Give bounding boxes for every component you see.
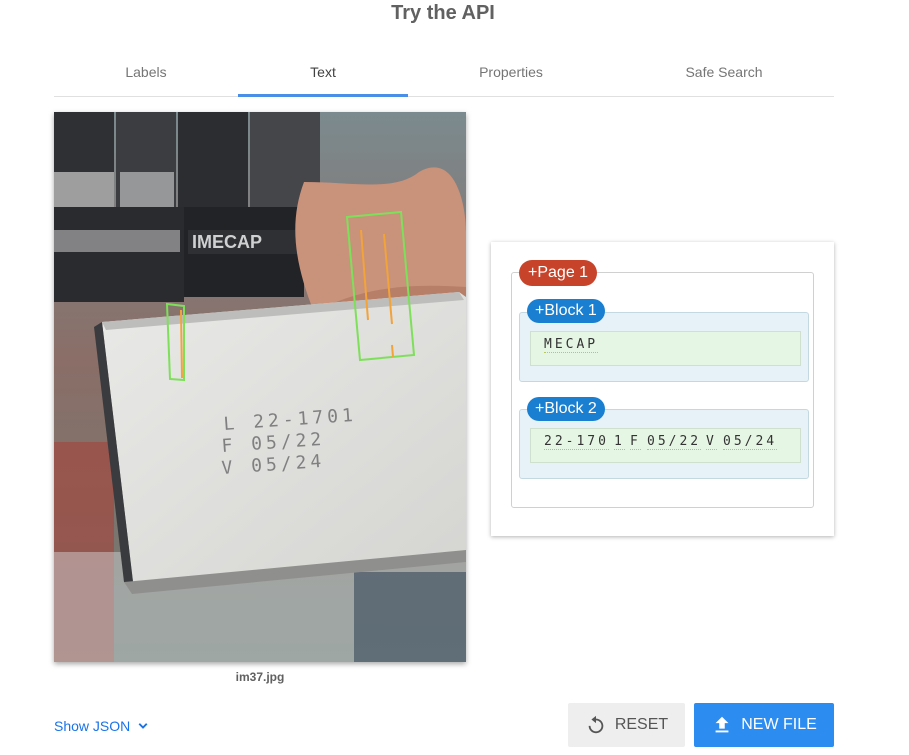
new-file-button[interactable]: NEW FILE xyxy=(694,703,834,747)
tab-bar: Labels Text Properties Safe Search xyxy=(54,52,834,97)
chevron-down-icon xyxy=(138,723,148,729)
tab-properties[interactable]: Properties xyxy=(408,52,614,94)
show-json-toggle[interactable]: Show JSON xyxy=(54,717,152,735)
word-token[interactable]: 05/24 xyxy=(723,434,778,450)
reset-button[interactable]: RESET xyxy=(568,703,685,747)
page-title: Try the API xyxy=(391,2,495,24)
background-shelf-text: IMECAP xyxy=(192,232,262,252)
block-chip[interactable]: +Block 2 xyxy=(527,397,605,421)
word-token[interactable]: MECAP xyxy=(544,337,599,353)
photo-illustration: IMECAP L 22-1701 F 05/22 V 05/24 xyxy=(54,112,466,662)
show-json-label: Show JSON xyxy=(54,718,131,734)
page-chip[interactable]: +Page 1 xyxy=(519,260,598,286)
reset-icon xyxy=(588,715,604,734)
tab-safe-search[interactable]: Safe Search xyxy=(614,52,834,94)
word-token[interactable]: 22-170 xyxy=(544,434,609,450)
image-filename: im37.jpg xyxy=(235,670,285,684)
reset-label: RESET xyxy=(614,716,669,733)
block-chip[interactable]: +Block 1 xyxy=(527,299,605,323)
word-token[interactable]: 1 xyxy=(614,434,625,450)
word-token[interactable]: V xyxy=(706,434,717,450)
new-file-label: NEW FILE xyxy=(741,716,817,733)
uploaded-image: IMECAP L 22-1701 F 05/22 V 05/24 xyxy=(54,112,466,662)
upload-icon xyxy=(715,716,729,733)
word-token[interactable]: 05/22 xyxy=(647,434,702,450)
detected-word-line xyxy=(391,344,394,358)
tab-labels[interactable]: Labels xyxy=(54,52,238,94)
detected-word-line xyxy=(180,309,183,379)
tab-text[interactable]: Text xyxy=(238,52,408,97)
paragraph: MECAP xyxy=(530,331,801,366)
paragraph: 22-170 1 F 05/22 V 05/24 xyxy=(530,428,801,463)
word-token[interactable]: F xyxy=(630,434,641,450)
text-results-card: +Page 1 MECAP +Block 1 22-170 1 F 05/22 … xyxy=(491,242,834,536)
